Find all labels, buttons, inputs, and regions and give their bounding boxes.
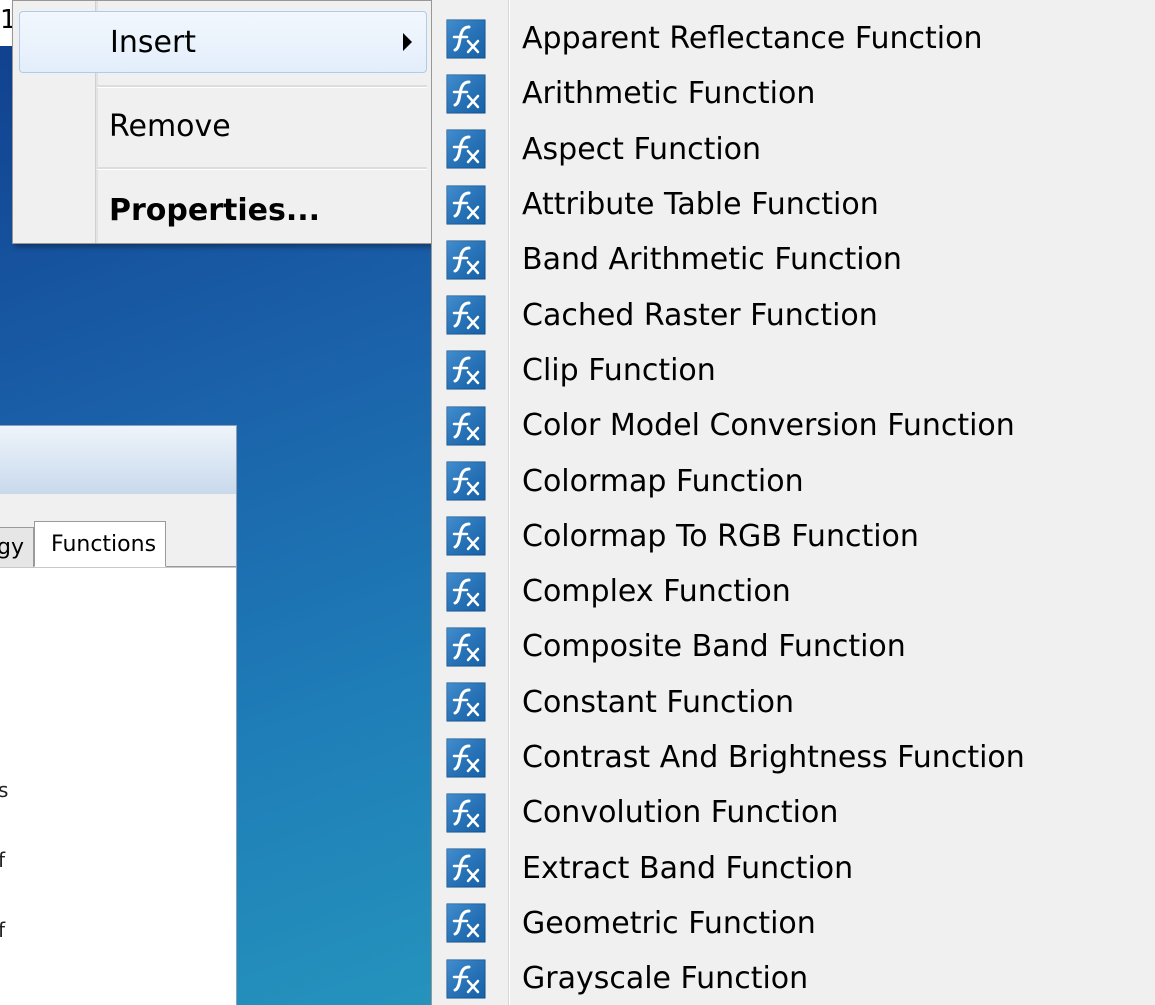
function-fx-icon	[446, 350, 486, 390]
submenu-item[interactable]: Clip Function	[432, 343, 1155, 398]
submenu-list: Apparent Reflectance Function Arithmetic …	[432, 11, 1155, 1005]
clipped-text-fragment: f	[0, 918, 6, 942]
menu-item-insert-label: Insert	[110, 24, 197, 60]
submenu-item[interactable]: Attribute Table Function	[432, 177, 1155, 232]
function-fx-icon	[446, 848, 486, 888]
tab-functions-label: Functions	[51, 531, 157, 557]
submenu-item-label: Contrast And Brightness Function	[522, 740, 1025, 775]
submenu-item[interactable]: Colormap Function	[432, 453, 1155, 508]
functions-tab-content: s f f	[0, 567, 236, 1005]
submenu-item[interactable]: Complex Function	[432, 564, 1155, 619]
menu-item-properties[interactable]: Properties...	[13, 179, 431, 241]
submenu-item-label: Complex Function	[522, 574, 791, 610]
menu-item-properties-label: Properties...	[109, 192, 321, 228]
submenu-item-label: Convolution Function	[522, 795, 839, 831]
submenu-item-label: Band Arithmetic Function	[522, 242, 902, 278]
submenu-item[interactable]: Grayscale Function	[432, 951, 1155, 1005]
submenu-item-label: Constant Function	[522, 684, 795, 720]
function-fx-icon	[446, 240, 486, 280]
function-fx-icon	[446, 19, 486, 59]
submenu-item[interactable]: Color Model Conversion Function	[432, 398, 1155, 453]
submenu-item[interactable]: Arithmetic Function	[432, 66, 1155, 121]
function-fx-icon	[446, 959, 486, 999]
function-fx-icon	[446, 627, 486, 667]
submenu-item-label: Arithmetic Function	[522, 76, 816, 112]
function-fx-icon	[446, 185, 486, 225]
submenu-item[interactable]: Geometric Function	[432, 896, 1155, 951]
clipped-text-fragment: s	[0, 778, 9, 802]
submenu-item-label: Color Model Conversion Function	[522, 408, 1015, 444]
submenu-item-label: Colormap To RGB Function	[522, 518, 919, 554]
context-menu: Insert Remove Properties...	[12, 0, 432, 244]
submenu-item-label: Attribute Table Function	[522, 187, 879, 223]
submenu-item[interactable]: Cached Raster Function	[432, 287, 1155, 342]
menu-item-insert[interactable]: Insert	[19, 11, 427, 73]
submenu-item[interactable]: Extract Band Function	[432, 840, 1155, 895]
function-fx-icon	[446, 295, 486, 335]
function-fx-icon	[446, 793, 486, 833]
menu-item-remove-label: Remove	[109, 108, 231, 144]
function-fx-icon	[446, 129, 486, 169]
function-fx-icon	[446, 738, 486, 778]
tab-symbology[interactable]: gy	[0, 527, 34, 567]
submenu-item-label: Apparent Reflectance Function	[522, 21, 983, 57]
function-fx-icon	[446, 682, 486, 722]
submenu-item[interactable]: Band Arithmetic Function	[432, 232, 1155, 287]
function-fx-icon	[446, 406, 486, 446]
tab-symbology-label: gy	[0, 535, 24, 560]
menu-item-remove[interactable]: Remove	[13, 93, 431, 159]
function-fx-icon	[446, 903, 486, 943]
dialog-tabstrip: gy Functions	[0, 494, 236, 567]
clipped-text-fragment: f	[0, 848, 6, 872]
tab-functions[interactable]: Functions	[34, 521, 166, 567]
submenu-item[interactable]: Convolution Function	[432, 785, 1155, 840]
submenu-item[interactable]: Contrast And Brightness Function	[432, 730, 1155, 785]
submenu-item[interactable]: Colormap To RGB Function	[432, 509, 1155, 564]
submenu-item[interactable]: Apparent Reflectance Function	[432, 11, 1155, 66]
submenu-item[interactable]: Constant Function	[432, 675, 1155, 730]
menu-separator	[97, 167, 427, 170]
function-fx-icon	[446, 74, 486, 114]
function-fx-icon	[446, 572, 486, 612]
submenu-item-label: Extract Band Function	[522, 850, 854, 886]
submenu-item-label: Clip Function	[522, 352, 716, 388]
dialog-titlebar[interactable]	[0, 426, 236, 495]
submenu-item-label: Grayscale Function	[522, 961, 809, 997]
insert-submenu: Apparent Reflectance Function Arithmetic …	[431, 0, 1155, 1005]
background-dialog: gy Functions s f f	[0, 425, 237, 1005]
submenu-item[interactable]: Composite Band Function	[432, 619, 1155, 674]
submenu-item-label: Aspect Function	[522, 131, 762, 167]
function-fx-icon	[446, 461, 486, 501]
submenu-item-label: Composite Band Function	[522, 629, 906, 665]
submenu-arrow-icon	[403, 33, 412, 51]
submenu-item-label: Geometric Function	[522, 905, 816, 941]
submenu-item-label: Cached Raster Function	[522, 297, 878, 333]
menu-separator	[97, 85, 427, 88]
function-fx-icon	[446, 516, 486, 556]
submenu-item[interactable]: Aspect Function	[432, 122, 1155, 177]
submenu-item-label: Colormap Function	[522, 463, 804, 499]
